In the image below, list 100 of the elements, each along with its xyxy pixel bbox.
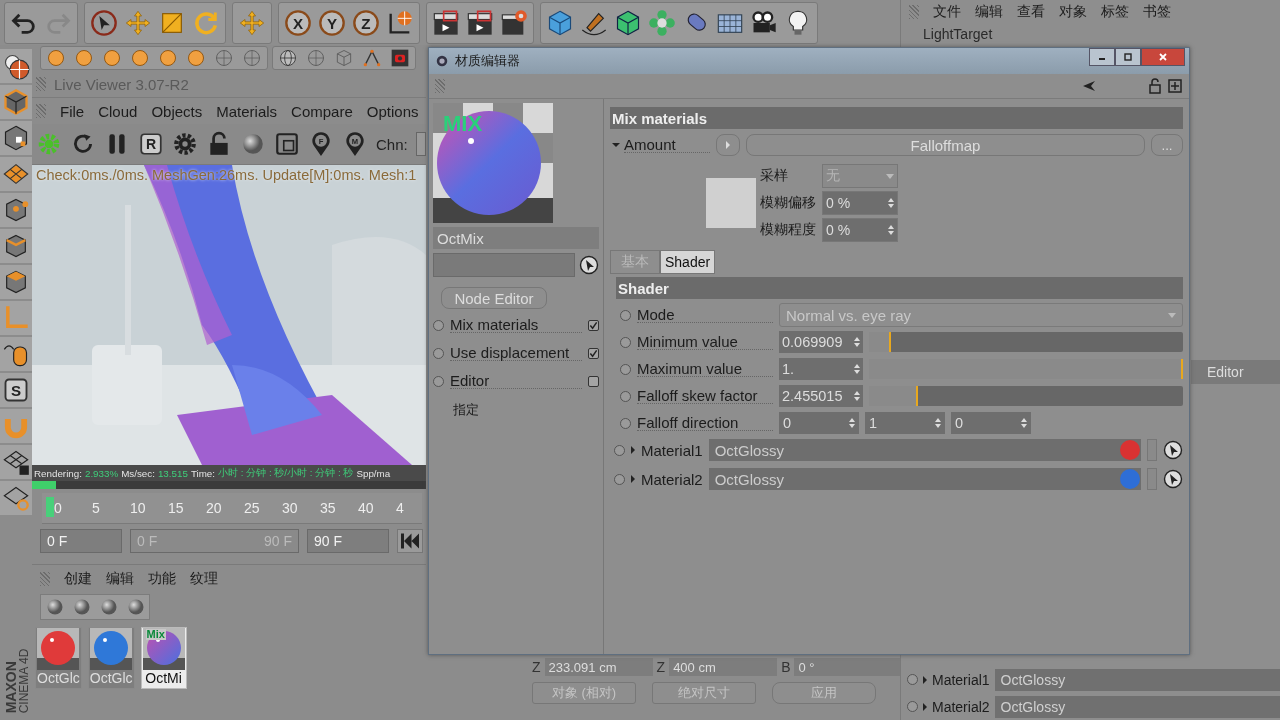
material-thumbnail[interactable]: Mix OctMi — [140, 627, 187, 689]
material-link-field[interactable]: OctGlossy — [708, 439, 1141, 461]
frame-number: 5 — [92, 500, 101, 516]
animation-dot[interactable] — [620, 336, 631, 348]
menu-item[interactable]: Compare — [291, 102, 353, 120]
field-label: 采样 — [760, 167, 789, 185]
grip-handle[interactable] — [40, 572, 50, 586]
animation-dot[interactable] — [907, 674, 918, 685]
expand-arrow[interactable] — [631, 446, 635, 454]
menu-item[interactable]: 标签 — [1101, 3, 1129, 21]
timeline-ruler[interactable]: 0 5 10 15 20 25 30 35 40 4 — [42, 493, 422, 524]
number-field[interactable]: 0 % — [822, 218, 898, 242]
checkbox[interactable] — [588, 347, 599, 359]
menu-item[interactable]: 查看 — [1017, 3, 1045, 21]
menu-item[interactable]: 文件 — [933, 3, 961, 21]
number-field[interactable]: 1 — [865, 412, 945, 434]
node-editor-button[interactable]: Node Editor — [441, 287, 547, 309]
animation-dot[interactable] — [433, 347, 444, 359]
checkbox[interactable] — [588, 375, 599, 387]
minimize-button[interactable] — [1089, 48, 1115, 66]
checkbox[interactable] — [588, 319, 599, 331]
coordinate-field[interactable]: 233.091 cm — [544, 658, 653, 676]
animation-dot[interactable] — [907, 701, 918, 712]
menu-item[interactable]: 功能 — [148, 570, 176, 588]
number-field[interactable]: 2.455015 — [779, 385, 863, 407]
collapse-arrow[interactable] — [612, 143, 620, 147]
grid-lock-tool[interactable] — [0, 445, 32, 479]
expand-arrow[interactable] — [923, 675, 927, 684]
cube-edges-tool[interactable] — [0, 229, 32, 263]
sphere-icon — [130, 48, 150, 68]
channel-dropdown[interactable] — [415, 132, 426, 156]
menu-item[interactable]: Cloud — [98, 102, 138, 120]
animation-dot[interactable] — [620, 363, 631, 375]
menu-item[interactable]: 纹理 — [190, 570, 218, 588]
animation-dot[interactable] — [620, 390, 631, 402]
grip-handle[interactable] — [435, 79, 445, 93]
grid-loop-tool[interactable] — [0, 481, 32, 515]
sphere-icon — [306, 48, 326, 68]
number-field[interactable]: 0 — [779, 412, 859, 434]
menu-item[interactable]: 创建 — [64, 570, 92, 588]
mouse-tool[interactable] — [0, 337, 32, 371]
maximize-button[interactable] — [1115, 48, 1141, 66]
field-value: 2.455015 — [782, 388, 843, 404]
animation-dot[interactable] — [614, 444, 625, 456]
cube-points-tool[interactable] — [0, 193, 32, 227]
material-field[interactable]: OctGlossy — [994, 695, 1280, 718]
close-button[interactable] — [1141, 48, 1185, 66]
number-field[interactable]: 0.069909 — [779, 331, 863, 353]
expand-arrow[interactable] — [631, 475, 635, 483]
more-button[interactable]: ... — [1151, 134, 1183, 156]
letter-button[interactable]: S — [0, 373, 32, 407]
material-thumbnail[interactable]: OctGlc — [87, 627, 135, 689]
slider-thumb[interactable] — [888, 332, 891, 352]
coordinate-field[interactable]: 0 ° — [794, 658, 903, 676]
shader-button[interactable]: Falloffmap — [746, 134, 1145, 156]
shader-preview — [706, 178, 756, 228]
frame-field[interactable]: 0 F — [40, 529, 122, 553]
material-thumbnail[interactable]: OctGlc — [35, 627, 82, 689]
number-field[interactable]: 0 % — [822, 191, 898, 215]
grip-handle[interactable] — [909, 5, 919, 19]
menu-item[interactable]: Options — [366, 102, 419, 120]
cube-face-tool[interactable] — [0, 265, 32, 299]
menu-item[interactable]: 对象 — [1059, 3, 1087, 21]
menu-item[interactable]: 书签 — [1143, 3, 1171, 21]
expand-arrow[interactable] — [923, 702, 927, 711]
status-label: Rendering: — [34, 467, 82, 479]
animation-dot[interactable] — [620, 309, 631, 321]
tab[interactable]: Shader — [660, 250, 716, 274]
material-name-field[interactable]: OctMix — [433, 227, 599, 249]
animation-dot[interactable] — [620, 417, 631, 429]
animation-dot[interactable] — [433, 319, 444, 331]
menu-item[interactable]: Objects — [151, 102, 203, 120]
grip-handle[interactable] — [36, 104, 46, 118]
slider-thumb[interactable] — [915, 386, 918, 406]
mix-label: MIX — [443, 111, 483, 137]
cube-tool[interactable] — [0, 85, 32, 119]
grid-tool[interactable] — [0, 157, 32, 191]
slider-track[interactable] — [869, 359, 1183, 379]
link-field[interactable] — [433, 253, 575, 277]
number-field[interactable]: 1. — [779, 358, 863, 380]
number-field[interactable]: 0 — [951, 412, 1031, 434]
checker-cube-tool[interactable] — [0, 121, 32, 155]
frame-field[interactable]: 90 F — [307, 529, 389, 553]
slider-track[interactable] — [869, 332, 1183, 352]
menu-item[interactable]: Materials — [216, 102, 278, 120]
globe-tool[interactable] — [0, 49, 32, 83]
slider-track[interactable] — [869, 386, 1183, 406]
material-link-field[interactable]: OctGlossy — [708, 468, 1141, 490]
animation-dot[interactable] — [614, 473, 625, 485]
menu-item[interactable]: 编辑 — [106, 570, 134, 588]
dropdown[interactable]: Normal vs. eye ray — [779, 303, 1183, 327]
axis-label: Z — [656, 659, 666, 675]
animation-dot[interactable] — [433, 375, 444, 387]
grip-handle[interactable] — [36, 77, 46, 91]
go-to-start-button[interactable] — [397, 529, 423, 553]
material-field[interactable]: OctGlossy — [994, 668, 1280, 691]
menu-item[interactable]: 编辑 — [975, 3, 1003, 21]
menu-item[interactable]: File — [60, 102, 85, 120]
expand-button[interactable] — [716, 134, 740, 156]
coordinate-field[interactable]: 400 cm — [669, 658, 778, 676]
